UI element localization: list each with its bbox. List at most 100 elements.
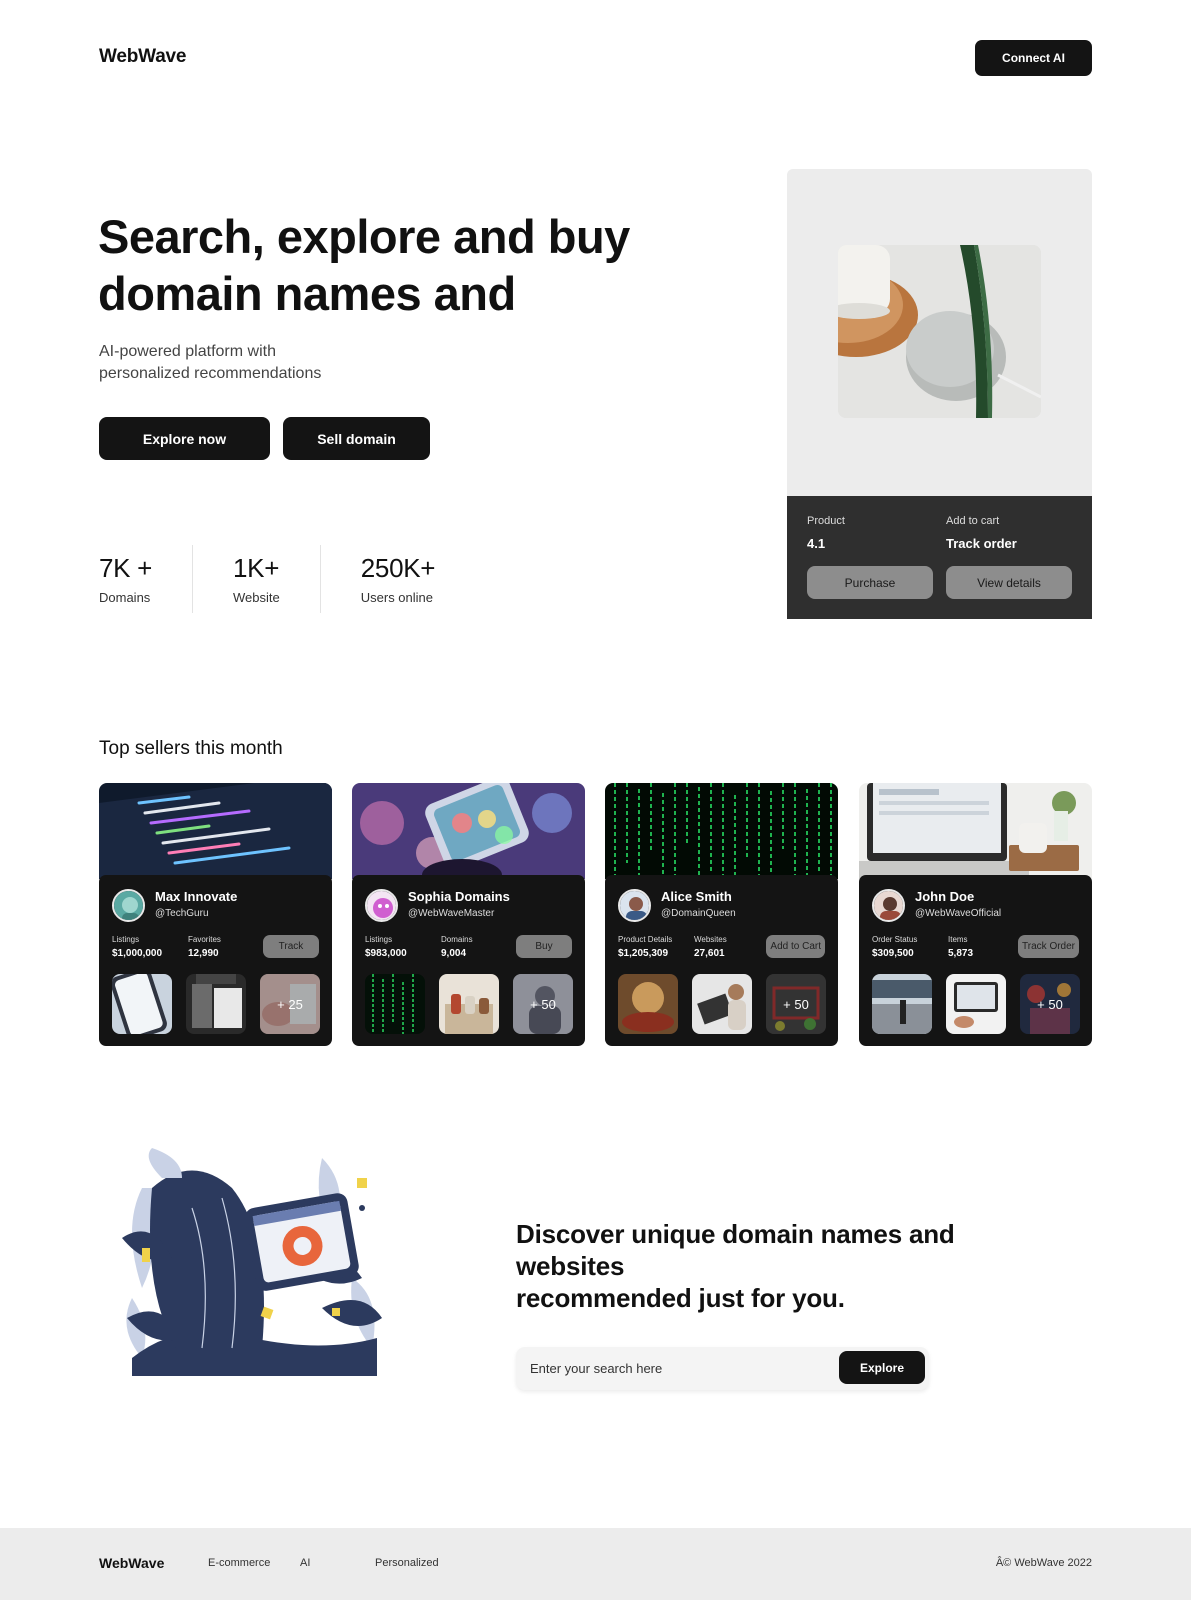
footer-link-ecommerce[interactable]: E-commerce <box>208 1557 270 1569</box>
smart-speaker-image <box>838 245 1041 418</box>
seller-cover-image <box>352 783 585 879</box>
track-order-link[interactable]: Track order <box>946 536 1017 551</box>
listing-thumbnail[interactable]: + 50 <box>513 974 573 1034</box>
stat1-label: Order Status <box>872 935 918 944</box>
seller-info: John Doe @WebWaveOfficial Order Status $… <box>859 875 1092 1046</box>
more-count[interactable]: + 25 <box>260 974 320 1034</box>
product-rating: 4.1 <box>807 536 826 551</box>
stat-domains: 7K + Domains <box>99 545 194 613</box>
product-panel: Product 4.1 Add to cart Track order Purc… <box>787 496 1092 619</box>
connect-ai-button[interactable]: Connect AI <box>975 40 1092 76</box>
stat1-value: $309,500 <box>872 948 914 959</box>
top-sellers-title: Top sellers this month <box>99 738 283 759</box>
more-count[interactable]: + 50 <box>513 974 573 1034</box>
seller-handle: @WebWaveOfficial <box>915 908 1002 919</box>
stat-users-online: 250K+ Users online <box>361 545 475 613</box>
stat-label: Website <box>233 590 280 605</box>
buy-button[interactable]: Buy <box>516 935 572 958</box>
listing-thumbnail[interactable] <box>439 974 499 1034</box>
seller-handle: @DomainQueen <box>661 908 736 919</box>
listing-thumbnail[interactable] <box>186 974 246 1034</box>
stat2-label: Websites <box>694 935 727 944</box>
explore-now-button[interactable]: Explore now <box>99 417 270 460</box>
hero-subtitle: AI-powered platform with personalized re… <box>99 343 322 382</box>
purchase-button[interactable]: Purchase <box>807 566 933 599</box>
listing-thumbnail[interactable]: + 50 <box>766 974 826 1034</box>
hero-title: Search, explore and buy domain names and <box>98 210 630 320</box>
footer: WebWave E-commerce AI Personalized Â© We… <box>0 1528 1191 1600</box>
stat-value: 7K + <box>99 553 153 583</box>
listing-thumbnail[interactable] <box>872 974 932 1034</box>
stat1-label: Listings <box>365 935 393 944</box>
avatar <box>872 889 905 922</box>
seller-info: Alice Smith @DomainQueen Product Details… <box>605 875 838 1046</box>
listing-thumbnail[interactable] <box>618 974 678 1034</box>
discover-title-line3: recommended just for you. <box>516 1283 845 1313</box>
seller-handle: @WebWaveMaster <box>408 908 495 919</box>
track-order-button[interactable]: Track Order <box>1018 935 1079 958</box>
add-to-cart-button[interactable]: Add to Cart <box>766 935 825 958</box>
product-label: Product <box>807 515 845 527</box>
listing-thumbnail[interactable] <box>692 974 752 1034</box>
seller-card[interactable]: Max Innovate @TechGuru Listings $1,000,0… <box>99 783 332 1046</box>
seller-name[interactable]: Alice Smith <box>661 889 732 904</box>
listing-thumbnail[interactable]: + 50 <box>1020 974 1080 1034</box>
stat2-label: Favorites <box>188 935 221 944</box>
avatar <box>618 889 651 922</box>
stat1-label: Listings <box>112 935 140 944</box>
more-count[interactable]: + 50 <box>766 974 826 1034</box>
seller-name[interactable]: John Doe <box>915 889 974 904</box>
listing-thumbnail[interactable] <box>946 974 1006 1034</box>
stats-row: 7K + Domains 1K+ Website 250K+ Users onl… <box>99 545 515 613</box>
stat-label: Users online <box>360 590 434 605</box>
seller-cover-image <box>859 783 1092 879</box>
search-bar: Explore <box>516 1347 929 1390</box>
track-button[interactable]: Track <box>263 935 319 958</box>
stat-label: Domains <box>99 590 151 605</box>
search-input[interactable] <box>530 1358 830 1379</box>
logo[interactable]: WebWave <box>99 46 186 68</box>
seller-cover-image <box>605 783 838 879</box>
seller-card[interactable]: Alice Smith @DomainQueen Product Details… <box>605 783 838 1046</box>
seller-card[interactable]: John Doe @WebWaveOfficial Order Status $… <box>859 783 1092 1046</box>
listing-thumbnail[interactable]: + 25 <box>260 974 320 1034</box>
add-to-cart-label: Add to cart <box>946 515 1000 527</box>
discover-title-line1: Discover unique domain names and <box>516 1219 955 1249</box>
avatar <box>365 889 398 922</box>
seller-name[interactable]: Sophia Domains <box>408 889 510 904</box>
stat1-value: $983,000 <box>365 948 407 959</box>
footer-link-ai[interactable]: AI <box>300 1557 310 1569</box>
stat2-value: 12,990 <box>188 948 219 959</box>
stat-value: 250K+ <box>360 553 436 583</box>
stat1-value: $1,205,309 <box>618 948 669 959</box>
seller-info: Sophia Domains @WebWaveMaster Listings $… <box>352 875 585 1046</box>
stat2-label: Domains <box>441 935 473 944</box>
footer-link-personalized[interactable]: Personalized <box>375 1557 439 1569</box>
stat1-value: $1,000,000 <box>112 948 163 959</box>
stat2-value: 9,004 <box>441 948 467 959</box>
avatar <box>112 889 145 922</box>
stat2-label: Items <box>948 935 968 944</box>
stat-website: 1K+ Website <box>233 545 321 613</box>
listing-thumbnail[interactable] <box>112 974 172 1034</box>
explore-button[interactable]: Explore <box>839 1351 925 1384</box>
seller-name[interactable]: Max Innovate <box>155 889 237 904</box>
discover-title-line2: websites <box>516 1251 625 1281</box>
copyright: Â© WebWave 2022 <box>995 1557 1092 1569</box>
sell-domain-button[interactable]: Sell domain <box>283 417 430 460</box>
discover-title: Discover unique domain names and website… <box>516 1218 976 1314</box>
view-details-button[interactable]: View details <box>946 566 1072 599</box>
seller-cover-image <box>99 783 332 879</box>
more-count[interactable]: + 50 <box>1020 974 1080 1034</box>
footer-logo[interactable]: WebWave <box>99 1555 164 1571</box>
stat1-label: Product Details <box>618 935 673 944</box>
listing-thumbnail[interactable] <box>365 974 425 1034</box>
seller-handle: @TechGuru <box>155 908 209 919</box>
stat2-value: 27,601 <box>694 948 725 959</box>
stat2-value: 5,873 <box>948 948 974 959</box>
product-card: Product 4.1 Add to cart Track order Purc… <box>787 169 1092 619</box>
stat-value: 1K+ <box>233 553 280 583</box>
seller-info: Max Innovate @TechGuru Listings $1,000,0… <box>99 875 332 1046</box>
seller-card[interactable]: Sophia Domains @WebWaveMaster Listings $… <box>352 783 585 1046</box>
discover-illustration <box>122 1148 388 1376</box>
